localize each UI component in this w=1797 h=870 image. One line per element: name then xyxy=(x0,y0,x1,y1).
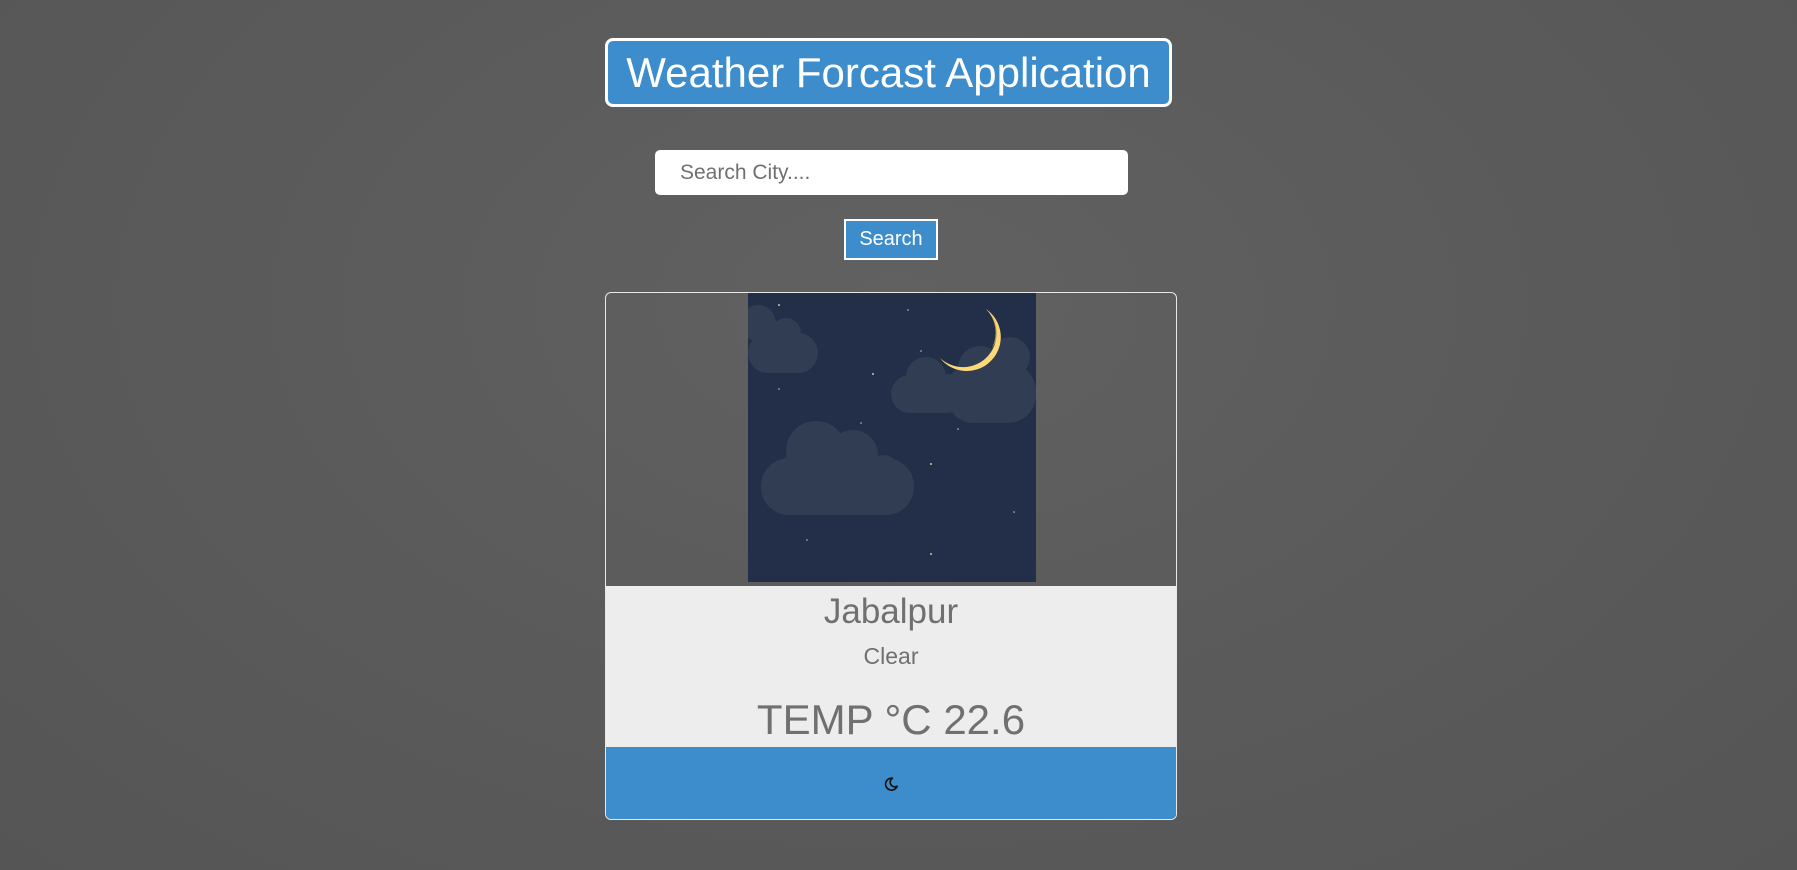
app-title: Weather Forcast Application xyxy=(605,38,1172,107)
weather-card: Jabalpur Clear TEMP °C 22.6 xyxy=(605,292,1177,820)
weather-info-panel: Jabalpur Clear TEMP °C 22.6 xyxy=(606,586,1176,747)
temperature-readout: TEMP °C 22.6 xyxy=(606,696,1176,744)
search-input[interactable] xyxy=(655,150,1128,195)
temperature-label: TEMP °C xyxy=(756,696,932,743)
night-sky-illustration xyxy=(748,293,1036,582)
app-title-text: Weather Forcast Application xyxy=(626,48,1151,96)
temperature-value: 22.6 xyxy=(943,696,1026,743)
weather-condition: Clear xyxy=(863,643,919,669)
moon-icon xyxy=(884,777,898,791)
weather-image-area xyxy=(606,293,1176,586)
weather-card-footer xyxy=(606,747,1176,819)
city-name: Jabalpur xyxy=(823,592,959,631)
search-button[interactable]: Search xyxy=(844,219,938,260)
